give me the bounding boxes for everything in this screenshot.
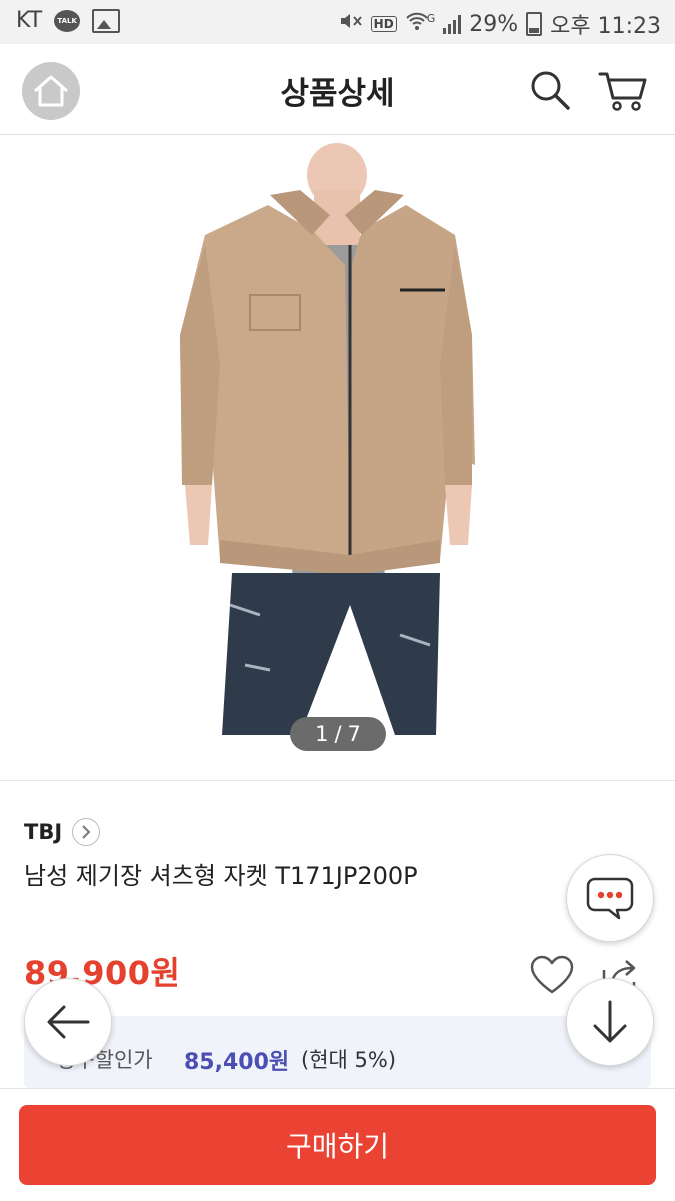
wishlist-button[interactable]: [528, 954, 576, 996]
gallery-notification-icon: [92, 8, 121, 33]
cart-icon: [598, 72, 647, 111]
clock: 오후 11:23: [550, 14, 661, 39]
kakaotalk-icon: TALK: [54, 9, 81, 32]
discount-card-info: (현대 5%): [301, 1048, 397, 1072]
discount-price: 85,400원: [184, 1050, 290, 1075]
page-title: 상품상세: [280, 76, 395, 112]
chevron-right-icon[interactable]: [72, 818, 101, 846]
pager-separator: /: [334, 722, 342, 746]
product-photo: [180, 143, 475, 735]
card-discount-box: 청구할인가 85,400원 (현대 5%): [24, 1016, 651, 1088]
app-header: 상품상세: [0, 44, 675, 135]
network-type: G: [426, 11, 436, 25]
pager-total: 7: [347, 722, 361, 746]
arrow-left-icon: [47, 1005, 90, 1039]
buy-button[interactable]: 구매하기: [19, 1105, 656, 1185]
arrow-down-icon: [593, 1000, 627, 1043]
bottom-action-bar: 구매하기: [0, 1088, 675, 1201]
search-icon: [531, 71, 570, 110]
pager-current: 1: [315, 722, 329, 746]
status-bar: KT TALK HD G 29% 오후 11:23: [0, 0, 675, 44]
heart-icon: [530, 955, 574, 994]
cart-button[interactable]: [598, 68, 648, 112]
chat-icon: [586, 877, 634, 920]
scroll-down-button[interactable]: [566, 978, 654, 1066]
back-button[interactable]: [24, 978, 112, 1066]
battery-icon: [526, 12, 543, 36]
search-button[interactable]: [528, 68, 572, 112]
signal-icon: [443, 14, 462, 34]
product-image-gallery[interactable]: [0, 135, 675, 781]
carrier-label: KT: [16, 8, 43, 33]
chat-button[interactable]: [566, 854, 654, 942]
product-name: 남성 제기장 셔츠형 자켓 T171JP200P: [24, 862, 418, 890]
mute-icon: [339, 10, 363, 38]
brand-row[interactable]: TBJ: [24, 818, 101, 846]
hd-badge: HD: [370, 16, 397, 32]
brand-name[interactable]: TBJ: [24, 820, 62, 844]
battery-percent: 29%: [469, 11, 519, 37]
wifi-icon: [405, 11, 429, 37]
image-pager: 1 / 7: [290, 717, 386, 751]
